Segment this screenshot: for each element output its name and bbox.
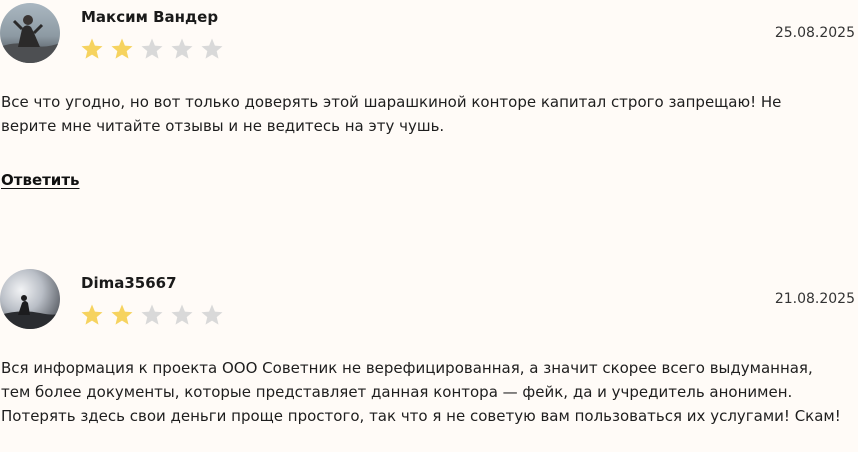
review-author: Максим Вандер <box>81 8 219 26</box>
star-empty-icon <box>171 38 193 59</box>
star-empty-icon <box>141 304 163 325</box>
star-empty-icon <box>201 38 223 59</box>
star-filled-icon <box>111 304 133 325</box>
reply-link[interactable]: Ответить <box>1 171 80 189</box>
avatar[interactable] <box>0 3 60 63</box>
review-date: 21.08.2025 <box>774 291 855 307</box>
star-rating <box>80 37 224 61</box>
star-filled-icon <box>111 38 133 59</box>
star-empty-icon <box>201 304 223 325</box>
review-text: Все что угодно, но вот только доверять э… <box>1 93 782 135</box>
star-filled-icon <box>81 304 103 325</box>
star-empty-icon <box>141 38 163 59</box>
review-author: Dima35667 <box>81 274 177 292</box>
review-date: 25.08.2025 <box>774 25 855 41</box>
avatar[interactable] <box>0 269 60 329</box>
star-empty-icon <box>171 304 193 325</box>
review-text: Вся информация к проекта ООО Советник не… <box>1 359 841 425</box>
star-rating <box>80 303 224 327</box>
star-filled-icon <box>81 38 103 59</box>
